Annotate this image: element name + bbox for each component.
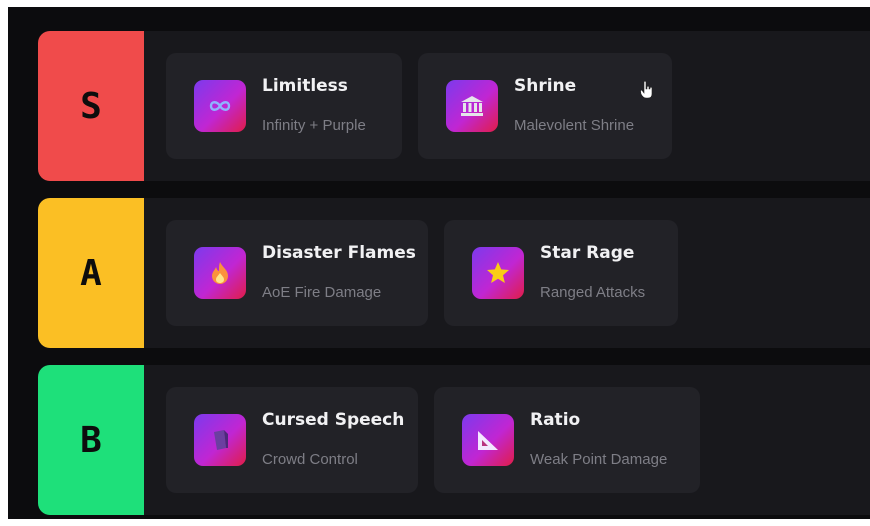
tier-label-b: B <box>38 365 144 515</box>
tier-row-s: S Limitless Infinity + Purple Shrine Mal… <box>38 31 870 181</box>
technique-card-shrine[interactable]: Shrine Malevolent Shrine <box>418 53 672 159</box>
card-title: Disaster Flames <box>262 243 416 263</box>
card-title: Shrine <box>514 76 577 96</box>
card-subtitle: Crowd Control <box>262 451 358 468</box>
technique-card-disaster-flames[interactable]: Disaster Flames AoE Fire Damage <box>166 220 428 326</box>
hand-cursor-icon <box>640 81 653 99</box>
card-title: Limitless <box>262 76 348 96</box>
tier-label-a: A <box>38 198 144 348</box>
card-title: Ratio <box>530 410 581 430</box>
card-subtitle: Infinity + Purple <box>262 117 366 134</box>
card-title: Cursed Speech <box>262 410 405 430</box>
infinity-icon <box>194 80 246 132</box>
card-subtitle: Ranged Attacks <box>540 284 646 301</box>
technique-card-ratio[interactable]: Ratio Weak Point Damage <box>434 387 700 493</box>
fire-icon <box>194 247 246 299</box>
card-title: Star Rage <box>540 243 635 263</box>
technique-card-star-rage[interactable]: Star Rage Ranged Attacks <box>444 220 678 326</box>
technique-card-cursed-speech[interactable]: Cursed Speech Crowd Control <box>166 387 418 493</box>
temple-icon <box>446 80 498 132</box>
card-subtitle: Weak Point Damage <box>530 451 668 468</box>
card-subtitle: AoE Fire Damage <box>262 284 382 301</box>
triangle-ruler-icon <box>462 414 514 466</box>
tier-list-board: S Limitless Infinity + Purple Shrine Mal… <box>8 7 870 519</box>
star-icon <box>472 247 524 299</box>
technique-card-limitless[interactable]: Limitless Infinity + Purple <box>166 53 402 159</box>
tier-row-a: A Disaster Flames AoE Fire Damage Star R… <box>38 198 870 348</box>
card-subtitle: Malevolent Shrine <box>514 117 635 134</box>
tier-row-b: B Cursed Speech Crowd Control Ratio Weak… <box>38 365 870 515</box>
cursed-speech-icon <box>194 414 246 466</box>
tier-label-s: S <box>38 31 144 181</box>
